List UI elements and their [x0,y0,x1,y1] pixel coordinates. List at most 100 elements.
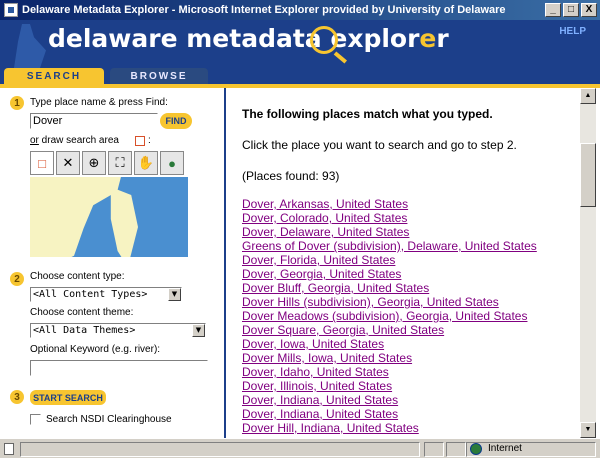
place-link[interactable]: Dover Hills (subdivision), Georgia, Unit… [242,295,499,309]
find-button[interactable]: FIND [160,113,192,129]
internet-zone-icon [470,443,482,455]
list-item: Dover Meadows (subdivision), Georgia, Un… [242,309,537,323]
site-banner: delaware metadata explorer HELP [0,20,600,68]
list-item: Dover, Arkansas, United States [242,197,537,211]
place-link[interactable]: Dover Mills, Iowa, United States [242,351,412,365]
status-bar: Internet [0,438,600,458]
magnifier-icon [310,26,338,54]
list-item: Dover, Iowa, United States [242,337,537,351]
maximize-button[interactable]: □ [563,3,579,17]
place-link[interactable]: Dover, Arkansas, United States [242,197,408,211]
place-link[interactable]: Dover, Georgia, United States [242,267,401,281]
content-type-select[interactable]: <All Content Types> ▼ [30,287,182,302]
logo-text-end: r [436,24,449,53]
minimize-button[interactable]: _ [545,3,561,17]
start-search-button[interactable]: START SEARCH [30,390,106,405]
scroll-up-icon[interactable]: ▲ [580,88,596,104]
map-land [30,177,122,257]
place-link[interactable]: Dover, Florida, United States [242,253,395,267]
list-item: Dover Hills (subdivision), Georgia, Unit… [242,295,537,309]
globe-icon[interactable]: ● [160,151,184,175]
map-toolbar: □ ✕ ⊕ ⛶ ✋ ● [30,151,188,175]
content-theme-value: <All Data Themes> [33,325,136,336]
map-view[interactable] [30,177,188,257]
content-theme-label: Choose content theme: [30,307,134,318]
page-content: 1 Type place name & press Find: Dover FI… [0,88,600,438]
scroll-down-icon[interactable]: ▼ [580,422,596,438]
list-item: Dover Mills, Iowa, United States [242,351,537,365]
logo-text-main: delaware metadata explor [48,24,420,53]
place-name-input[interactable]: Dover [30,113,158,129]
list-item: Dover, Delaware, United States [242,225,537,239]
content-theme-select[interactable]: <All Data Themes> ▼ [30,323,206,338]
list-item: Dover, Indiana, United States [242,393,537,407]
zoom-in-icon[interactable]: ⊕ [82,151,106,175]
tab-search[interactable]: SEARCH [4,68,104,84]
close-button[interactable]: X [581,3,597,17]
draw-area-colon: : [148,135,151,146]
draw-rectangle-icon[interactable]: □ [30,151,54,175]
results-heading: The following places match what you type… [242,107,493,121]
scroll-thumb[interactable] [580,143,596,207]
help-link[interactable]: HELP [559,26,586,37]
results-instruction: Click the place you want to search and g… [242,138,517,152]
results-panel: The following places match what you type… [228,88,580,438]
list-item: Dover Bluff, Georgia, United States [242,281,537,295]
search-panel: 1 Type place name & press Find: Dover FI… [0,88,226,438]
place-link[interactable]: Dover, Idaho, United States [242,365,389,379]
window-controls: _ □ X [545,3,597,17]
list-item: Dover, Georgia, United States [242,267,537,281]
status-message-cell [20,442,420,457]
place-link[interactable]: Dover Hill, Indiana, United States [242,421,419,435]
list-item: Dover, Florida, United States [242,253,537,267]
place-link[interactable]: Dover, Colorado, United States [242,211,407,225]
place-link[interactable]: Dover, Indiana, United States [242,407,398,421]
step-3-badge: 3 [10,390,24,404]
security-zone-label: Internet [488,443,522,454]
status-cell-1 [424,442,444,457]
place-name-label: Type place name & press Find: [30,97,168,108]
vertical-scrollbar[interactable]: ▲ ▼ [580,88,596,438]
content-type-label: Choose content type: [30,271,125,282]
place-link[interactable]: Dover Square, Georgia, United States [242,323,444,337]
logo-lens-letter: e [419,24,437,53]
app-icon [4,3,18,17]
delaware-map-icon [14,24,46,68]
content-type-value: <All Content Types> [33,289,148,300]
map-land-peninsula [110,187,138,257]
list-item: Dover, Illinois, United States [242,379,537,393]
place-link[interactable]: Dover, Delaware, United States [242,225,409,239]
nsdi-checkbox[interactable] [30,414,41,425]
list-item: Dover, Indiana, United States [242,407,537,421]
draw-area-text: draw search area [38,135,119,146]
list-item: Greens of Dover (subdivision), Delaware,… [242,239,537,253]
place-link[interactable]: Greens of Dover (subdivision), Delaware,… [242,239,537,253]
place-link[interactable]: Dover, Illinois, United States [242,379,392,393]
pan-hand-icon[interactable]: ✋ [134,151,158,175]
results-count: (Places found: 93) [242,169,340,183]
clear-icon[interactable]: ✕ [56,151,80,175]
chevron-down-icon[interactable]: ▼ [168,288,181,301]
window-title-bar: Delaware Metadata Explorer - Microsoft I… [0,0,600,20]
zoom-extent-icon[interactable]: ⛶ [108,151,132,175]
security-zone-cell [466,442,596,457]
tab-browse[interactable]: BROWSE [110,68,208,84]
place-link[interactable]: Dover Bluff, Georgia, United States [242,281,429,295]
step-2-badge: 2 [10,272,24,286]
list-item: Dover Square, Georgia, United States [242,323,537,337]
list-item: Dover, Idaho, United States [242,365,537,379]
keyword-input[interactable] [30,360,208,376]
draw-rectangle-small-icon[interactable] [135,136,145,146]
nsdi-label: Search NSDI Clearinghouse [46,414,172,425]
chevron-down-icon[interactable]: ▼ [192,324,205,337]
page-done-icon [4,443,14,455]
place-link[interactable]: Dover, Iowa, United States [242,337,384,351]
results-list: Dover, Arkansas, United States Dover, Col… [242,197,537,435]
or-link[interactable]: or [30,135,39,146]
list-item: Dover Hill, Indiana, United States [242,421,537,435]
step-1-badge: 1 [10,96,24,110]
list-item: Dover, Colorado, United States [242,211,537,225]
place-link[interactable]: Dover, Indiana, United States [242,393,398,407]
keyword-label: Optional Keyword (e.g. river): [30,344,161,355]
place-link[interactable]: Dover Meadows (subdivision), Georgia, Un… [242,309,527,323]
